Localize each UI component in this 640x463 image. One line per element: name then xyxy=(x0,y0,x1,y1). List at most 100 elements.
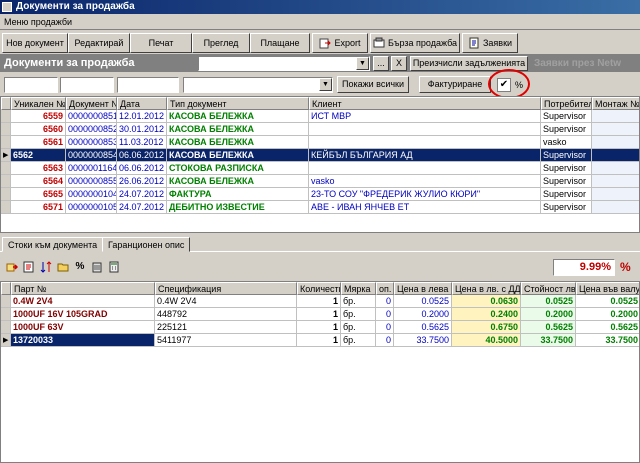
requests-button[interactable]: Заявки xyxy=(462,33,518,53)
filter-doc-input[interactable] xyxy=(60,77,114,93)
invoice-button[interactable]: Фактуриране xyxy=(419,76,491,93)
docs-header-indicator xyxy=(1,97,11,110)
table-cell: 26.06.2012 xyxy=(117,175,167,188)
filter-unique-input[interactable] xyxy=(4,77,58,93)
table-cell: 33.7500 xyxy=(394,334,452,347)
goods-header-cell[interactable]: Спецификация xyxy=(155,282,297,295)
table-cell xyxy=(592,188,639,201)
folder-icon[interactable] xyxy=(57,261,69,273)
payments-button[interactable]: Плащане xyxy=(250,33,310,53)
goods-header-cell[interactable]: Цена във валута xyxy=(576,282,639,295)
preview-button[interactable]: Преглед xyxy=(192,33,250,53)
table-cell: КАСОВА БЕЛЕЖКА xyxy=(167,136,309,149)
goods-header-cell[interactable]: Цена в лева xyxy=(394,282,452,295)
goods-table[interactable]: Парт №СпецификацияКоличествоМяркаоп.Цена… xyxy=(0,281,640,463)
filter-date-input[interactable] xyxy=(117,77,179,93)
new-document-button[interactable]: Нов документ xyxy=(2,33,68,53)
table-cell: 0 xyxy=(376,334,394,347)
table-cell: КАСОВА БЕЛЕЖКА xyxy=(167,175,309,188)
table-cell: Supervisor xyxy=(541,175,592,188)
print-button[interactable]: Печат xyxy=(130,33,192,53)
table-cell: 0.5625 xyxy=(394,321,452,334)
print-label: Печат xyxy=(148,38,174,48)
table-cell: 6564 xyxy=(11,175,66,188)
table-cell: Supervisor xyxy=(541,201,592,214)
documents-table[interactable]: Уникален № Документ № Дата Тип документ Клие… xyxy=(0,96,640,233)
table-cell: 0000000851 xyxy=(66,110,117,123)
table-cell: Supervisor xyxy=(541,149,592,162)
export-button[interactable]: Export xyxy=(312,33,368,53)
table-cell: 6563 xyxy=(11,162,66,175)
export-label: Export xyxy=(334,38,361,48)
table-cell: 6560 xyxy=(11,123,66,136)
table-cell: 0.5625 xyxy=(576,321,639,334)
add-item-icon[interactable] xyxy=(6,261,18,273)
table-cell: бр. xyxy=(341,321,376,334)
goods-header-cell[interactable]: оп. xyxy=(376,282,394,295)
docs-header-cell[interactable]: Уникален № xyxy=(11,97,66,110)
table-cell xyxy=(309,123,541,136)
table-cell: Supervisor xyxy=(541,188,592,201)
table-cell: 13720033 xyxy=(11,334,155,347)
docs-header-cell[interactable]: Клиент xyxy=(309,97,541,110)
goods-header-cell[interactable]: Стойност лв. xyxy=(521,282,576,295)
docs-header-cell[interactable]: Тип документ xyxy=(167,97,309,110)
table-cell: 0000001164 xyxy=(66,162,117,175)
goods-header-indicator xyxy=(1,282,11,295)
table-cell xyxy=(592,149,639,162)
table-cell: Supervisor xyxy=(541,162,592,175)
table-cell xyxy=(309,162,541,175)
table-cell: 40.5000 xyxy=(452,334,521,347)
quick-sale-button[interactable]: Бърза продажба xyxy=(370,33,460,53)
browse-button[interactable]: ... xyxy=(373,56,389,71)
tab-warranty[interactable]: Гаранционен опис xyxy=(102,237,191,252)
table-cell: 0.0525 xyxy=(521,295,576,308)
table-cell: 24.07.2012 xyxy=(117,188,167,201)
table-cell: КАСОВА БЕЛЕЖКА xyxy=(167,123,309,136)
show-all-button[interactable]: Покажи всички xyxy=(337,76,409,93)
table-cell: КАСОВА БЕЛЕЖКА xyxy=(167,149,309,162)
detail-tabs: Стоки към документа Гаранционен опис xyxy=(0,236,640,252)
table-cell xyxy=(592,123,639,136)
table-cell: vasko xyxy=(541,136,592,149)
sort-icon[interactable] xyxy=(40,261,52,273)
edit-label: Редактирай xyxy=(74,38,124,48)
goods-header-cell[interactable]: Мярка xyxy=(341,282,376,295)
calculator-icon[interactable] xyxy=(108,261,120,273)
row-indicator xyxy=(1,295,11,308)
docs-header-cell[interactable]: Монтаж № xyxy=(592,97,639,110)
table-cell: 1 xyxy=(297,334,341,347)
goods-header-cell[interactable]: Парт № xyxy=(11,282,155,295)
table-cell: 225121 xyxy=(155,321,297,334)
table-cell: 11.03.2012 xyxy=(117,136,167,149)
table-cell: 1000UF 16V 105GRAD xyxy=(11,308,155,321)
document-filter-combo[interactable]: ▼ xyxy=(198,56,370,71)
percent-icon[interactable]: % xyxy=(74,261,86,273)
filter-type-combo[interactable]: ▼ xyxy=(183,77,333,93)
toolbar: Нов документ Редактирай Печат Преглед Пл… xyxy=(0,31,640,55)
edit-button[interactable]: Редактирай xyxy=(68,33,130,53)
table-cell: 0.4W 2V4 xyxy=(11,295,155,308)
window-title-bar: Документи за продажба xyxy=(0,0,640,14)
table-cell: бр. xyxy=(341,334,376,347)
table-cell: 0.5625 xyxy=(521,321,576,334)
table-cell: 6562 xyxy=(11,149,66,162)
table-cell: бр. xyxy=(341,308,376,321)
tab-goods[interactable]: Стоки към документа xyxy=(2,237,104,252)
docs-header-cell[interactable]: Потребител xyxy=(541,97,592,110)
docs-header-cell[interactable]: Документ № xyxy=(66,97,117,110)
table-cell: 0000000104 xyxy=(66,188,117,201)
menu-item-sales[interactable]: Меню продажби xyxy=(4,17,72,27)
table-cell: Supervisor xyxy=(541,123,592,136)
goods-header-cell[interactable]: Цена в лв. с ДДС xyxy=(452,282,521,295)
discount-percent-field[interactable]: 9.99% xyxy=(553,259,615,276)
table-cell: 12.01.2012 xyxy=(117,110,167,123)
table-cell: 0.2000 xyxy=(576,308,639,321)
delete-icon[interactable] xyxy=(91,261,103,273)
goods-header-cell[interactable]: Количество xyxy=(297,282,341,295)
table-cell: 06.06.2012 xyxy=(117,149,167,162)
row-indicator xyxy=(1,188,11,201)
clear-button[interactable]: X xyxy=(391,56,407,71)
docs-header-cell[interactable]: Дата xyxy=(117,97,167,110)
edit-item-icon[interactable] xyxy=(23,261,35,273)
